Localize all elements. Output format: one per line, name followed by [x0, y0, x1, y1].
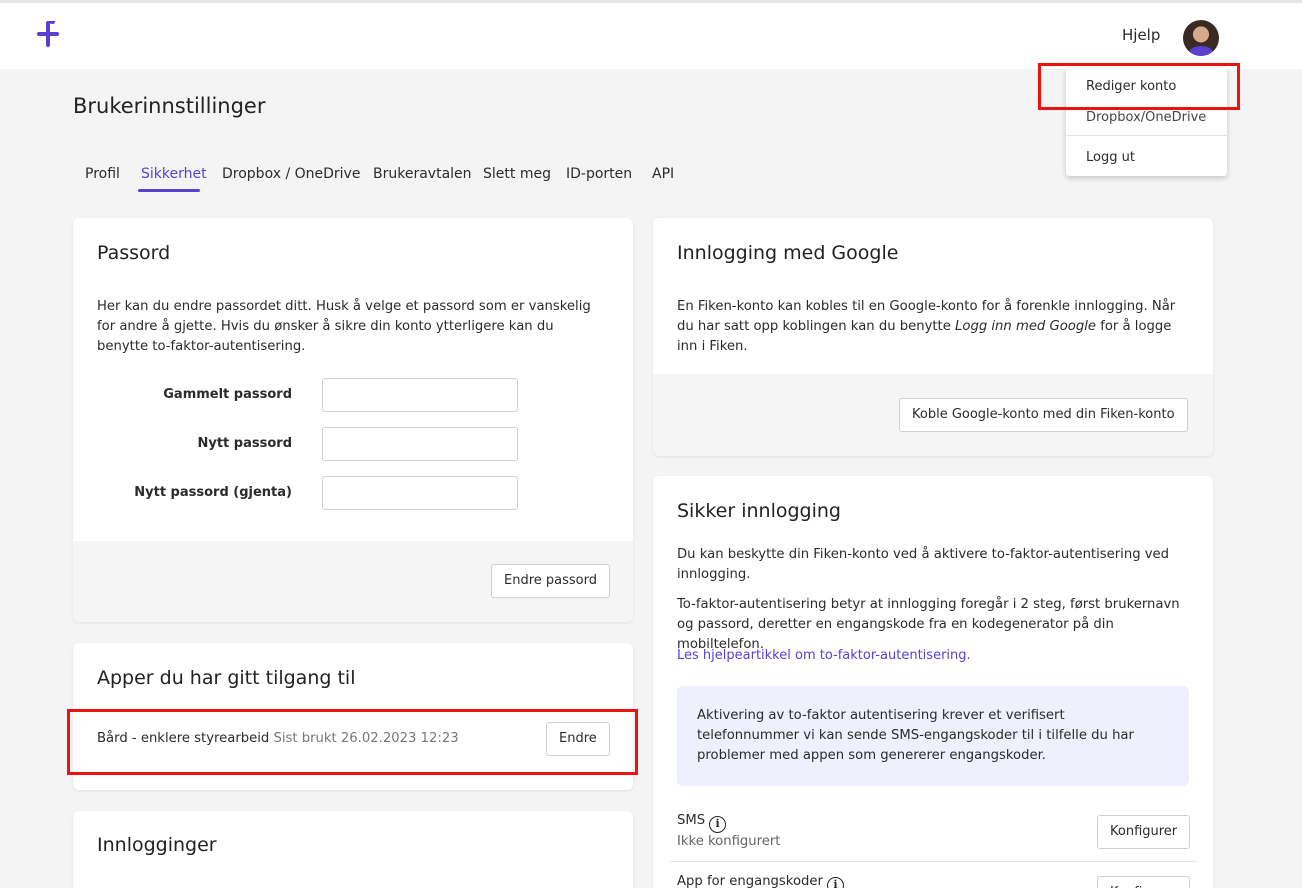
help-link[interactable]: Hjelp [1122, 26, 1160, 44]
secure-login-card: Sikker innlogging Du kan beskytte din Fi… [653, 476, 1213, 888]
google-card-title: Innlogging med Google [677, 242, 899, 264]
menu-item-logout[interactable]: Logg ut [1086, 150, 1135, 165]
old-password-input[interactable] [322, 378, 518, 412]
sms-option: SMS i [677, 813, 727, 833]
user-avatar[interactable] [1183, 20, 1219, 56]
secure-paragraph-1: Du kan beskytte din Fiken-konto ved å ak… [677, 547, 1170, 582]
tab-sikkerhet[interactable]: Sikkerhet [141, 166, 207, 182]
google-description: En Fiken-konto kan kobles til en Google-… [677, 297, 1187, 357]
google-text-emphasis: Logg inn med Google [955, 319, 1096, 334]
connect-google-button[interactable]: Koble Google-konto med din Fiken-konto [899, 398, 1188, 432]
tab-dropbox-onedrive[interactable]: Dropbox / OneDrive [222, 166, 360, 182]
tab-id-porten[interactable]: ID-porten [566, 166, 632, 182]
page-title: Brukerinnstillinger [73, 94, 266, 118]
password-description: Her kan du endre passordet ditt. Husk å … [97, 299, 591, 354]
highlight-box-edit-account [1038, 63, 1240, 110]
sms-option-label: SMS [677, 813, 706, 828]
menu-item-dropbox-onedrive[interactable]: Dropbox/OneDrive [1086, 110, 1206, 125]
secure-paragraph-2: To-faktor-autentisering betyr at innlogg… [677, 597, 1180, 652]
avatar-shirt [1189, 46, 1213, 56]
fiken-logo-icon[interactable] [36, 21, 60, 47]
highlight-box-app-row [67, 709, 638, 775]
repeat-password-label: Nytt passord (gjenta) [134, 485, 292, 500]
otp-app-option-label: App for engangskoder [677, 874, 823, 888]
app-header: Hjelp [0, 3, 1302, 69]
tab-api[interactable]: API [652, 166, 674, 182]
otp-app-option: App for engangskoder i [677, 874, 844, 888]
apps-card-title: Apper du har gitt tilgang til [97, 667, 356, 689]
option-divider [669, 861, 1197, 862]
google-card-footer: Koble Google-konto med din Fiken-konto [653, 374, 1213, 456]
tab-profil[interactable]: Profil [85, 166, 120, 182]
sms-info-icon[interactable]: i [709, 816, 727, 833]
two-factor-info-text: Aktivering av to-faktor autentisering kr… [697, 708, 1134, 763]
secure-card-title: Sikker innlogging [677, 500, 841, 522]
otp-app-info-icon[interactable]: i [826, 877, 844, 888]
change-password-button[interactable]: Endre passord [491, 564, 610, 598]
logins-card-title: Innlogginger [97, 834, 217, 856]
tab-brukeravtalen[interactable]: Brukeravtalen [373, 166, 472, 182]
menu-separator [1066, 135, 1227, 136]
configure-sms-button[interactable]: Konfigurer [1097, 815, 1191, 849]
logins-card: Innlogginger [73, 811, 633, 888]
two-factor-help-link[interactable]: Les hjelpeartikkel om to-faktor-autentis… [677, 648, 971, 663]
sms-option-status: Ikke konfigurert [677, 834, 781, 849]
new-password-input[interactable] [322, 427, 518, 461]
new-password-label: Nytt passord [197, 436, 292, 451]
configure-otp-app-button[interactable]: Konfigurer [1097, 876, 1191, 888]
google-login-card: Innlogging med Google En Fiken-konto kan… [653, 218, 1213, 456]
password-card-title: Passord [97, 242, 171, 264]
password-card-footer: Endre passord [73, 541, 633, 622]
repeat-password-input[interactable] [322, 476, 518, 510]
two-factor-info-box: Aktivering av to-faktor autentisering kr… [677, 686, 1189, 786]
password-card: Passord Her kan du endre passordet ditt.… [73, 218, 633, 622]
old-password-label: Gammelt passord [163, 387, 292, 402]
active-tab-indicator [138, 189, 200, 192]
tab-slett-meg[interactable]: Slett meg [483, 166, 551, 182]
